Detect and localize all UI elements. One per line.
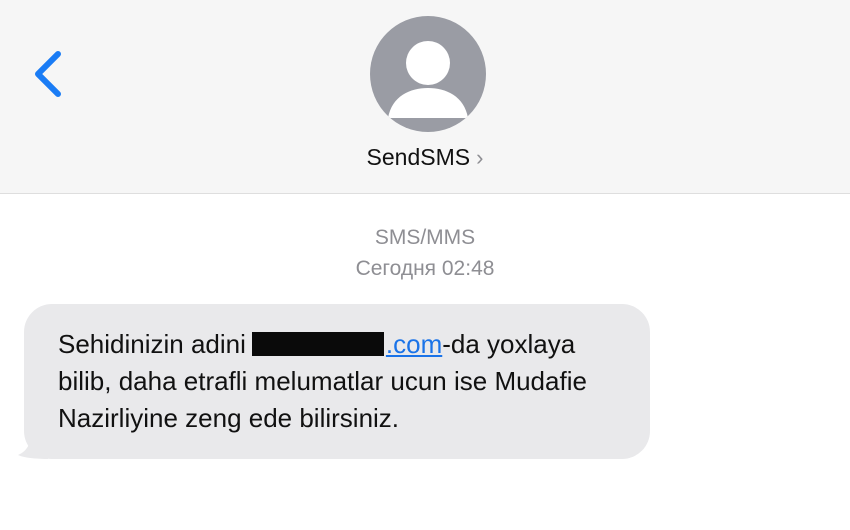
contact-name-label: SendSMS <box>366 144 471 170</box>
received-message[interactable]: Sehidinizin adini .com-da yoxlaya bilib, … <box>18 304 650 459</box>
chevron-right-icon: › <box>476 145 484 170</box>
person-silhouette-icon <box>388 41 468 118</box>
message-text-start: Sehidinizin adini <box>58 329 246 359</box>
contact-name[interactable]: SendSMS › <box>0 144 850 171</box>
back-button[interactable] <box>24 46 72 102</box>
conversation-header: SendSMS › <box>0 0 850 194</box>
contact-avatar[interactable] <box>370 16 486 132</box>
chevron-left-icon <box>35 51 61 97</box>
service-label: SMS/MMS <box>374 226 476 249</box>
message-bubble[interactable]: Sehidinizin adini .com-da yoxlaya bilib, … <box>24 304 650 459</box>
redaction-bar <box>251 332 384 356</box>
message-link[interactable]: .com <box>386 329 442 359</box>
message-timestamp: Сегодня 02:48 <box>355 257 495 280</box>
